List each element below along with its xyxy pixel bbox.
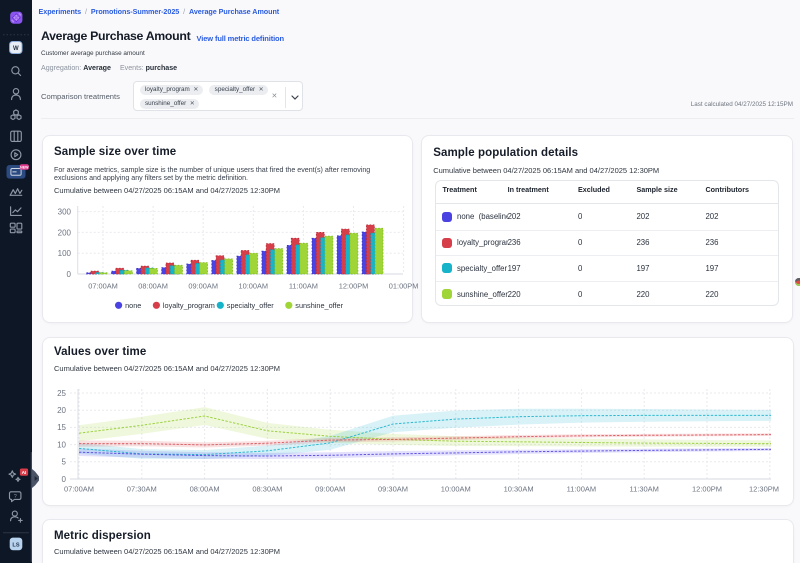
svg-text:300: 300: [58, 208, 72, 217]
svg-text:07:30AM: 07:30AM: [127, 485, 157, 494]
svg-text:sunshine_offer: sunshine_offer: [295, 302, 343, 311]
svg-text:12:30PM: 12:30PM: [749, 485, 779, 494]
svg-text:10:30AM: 10:30AM: [504, 485, 534, 494]
svg-text:10: 10: [57, 440, 66, 449]
svg-text:11:30AM: 11:30AM: [629, 485, 658, 494]
svg-text:NEW: NEW: [20, 165, 29, 169]
svg-text:AI: AI: [22, 470, 27, 476]
svg-text:5: 5: [62, 458, 67, 467]
svg-text:09:00AM: 09:00AM: [188, 282, 218, 291]
svg-text:08:30AM: 08:30AM: [252, 485, 282, 494]
svg-text:07:00AM: 07:00AM: [88, 282, 118, 291]
svg-text:10:00AM: 10:00AM: [441, 485, 471, 494]
svg-text:none: none: [125, 302, 141, 311]
svg-text:07:00AM: 07:00AM: [64, 485, 94, 494]
svg-text:100: 100: [58, 250, 72, 259]
svg-text:LS: LS: [12, 542, 19, 548]
svg-text:loyalty_program: loyalty_program: [163, 302, 215, 311]
svg-text:11:00AM: 11:00AM: [289, 282, 318, 291]
svg-text:08:00AM: 08:00AM: [190, 485, 220, 494]
svg-text:09:00AM: 09:00AM: [315, 485, 345, 494]
svg-text:W: W: [13, 46, 19, 52]
svg-text:?: ?: [14, 494, 17, 500]
svg-text:10:00AM: 10:00AM: [239, 282, 269, 291]
svg-text:12:00PM: 12:00PM: [692, 485, 722, 494]
svg-text:0: 0: [67, 270, 72, 279]
svg-text:200: 200: [58, 229, 72, 238]
svg-text:15: 15: [57, 423, 66, 432]
svg-text:0: 0: [62, 475, 67, 484]
svg-text:09:30AM: 09:30AM: [378, 485, 408, 494]
svg-text:specialty_offer: specialty_offer: [227, 302, 274, 311]
svg-text:11:00AM: 11:00AM: [567, 485, 596, 494]
svg-text:01:00PM: 01:00PM: [389, 282, 419, 291]
svg-text:08:00AM: 08:00AM: [138, 282, 168, 291]
svg-text:20: 20: [57, 406, 66, 415]
svg-text:25: 25: [57, 389, 66, 398]
svg-text:12:00PM: 12:00PM: [339, 282, 369, 291]
